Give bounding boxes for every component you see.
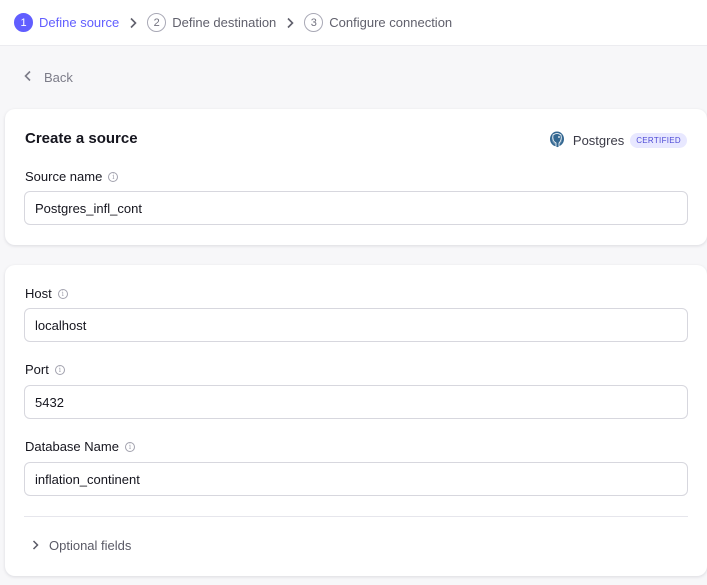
- chevron-left-icon: [24, 69, 32, 85]
- step-label: Define destination: [172, 15, 277, 30]
- host-input[interactable]: [24, 308, 688, 342]
- field-label-text: Host: [25, 286, 52, 301]
- connection-config-card: Host i Port i Database Name i Optional f…: [5, 265, 707, 576]
- chevron-right-icon: [276, 17, 304, 29]
- database-name-label: Database Name i: [25, 439, 135, 454]
- step-number: 3: [304, 13, 324, 32]
- step-label: Configure connection: [329, 15, 453, 30]
- postgres-icon: [549, 131, 564, 148]
- chevron-right-icon: [32, 538, 39, 553]
- chevron-right-icon: [119, 17, 147, 29]
- info-icon[interactable]: i: [124, 441, 135, 452]
- step-define-source[interactable]: 1 Define source: [14, 13, 119, 32]
- step-number: 2: [147, 13, 167, 32]
- connector-name: Postgres: [572, 132, 625, 148]
- database-name-input[interactable]: [24, 462, 688, 496]
- info-icon[interactable]: i: [108, 171, 119, 182]
- card-title: Create a source: [25, 130, 138, 147]
- port-label: Port i: [25, 362, 65, 377]
- port-input[interactable]: [24, 385, 688, 419]
- certified-badge: CERTIFIED: [630, 132, 687, 148]
- back-button[interactable]: Back: [0, 46, 707, 108]
- create-source-card: Create a source Postgres CERTIFIED Sourc…: [5, 109, 707, 245]
- connector-info: Postgres CERTIFIED: [547, 130, 687, 150]
- field-label-text: Database Name: [25, 439, 119, 454]
- optional-fields-label: Optional fields: [49, 538, 132, 553]
- step-define-destination[interactable]: 2 Define destination: [147, 13, 276, 32]
- field-label-text: Source name: [25, 169, 103, 184]
- step-number: 1: [14, 13, 33, 32]
- info-icon[interactable]: i: [57, 288, 68, 299]
- host-label: Host i: [25, 286, 68, 301]
- source-name-input[interactable]: [24, 191, 688, 225]
- step-configure-connection[interactable]: 3 Configure connection: [304, 13, 452, 32]
- back-label: Back: [44, 69, 73, 85]
- source-name-label: Source name i: [25, 169, 119, 184]
- field-label-text: Port: [25, 362, 49, 377]
- step-label: Define source: [39, 15, 120, 30]
- setup-stepper: 1 Define source 2 Define destination 3 C…: [0, 0, 707, 46]
- divider: [24, 516, 688, 517]
- optional-fields-toggle[interactable]: Optional fields: [32, 538, 131, 553]
- info-icon[interactable]: i: [54, 364, 65, 375]
